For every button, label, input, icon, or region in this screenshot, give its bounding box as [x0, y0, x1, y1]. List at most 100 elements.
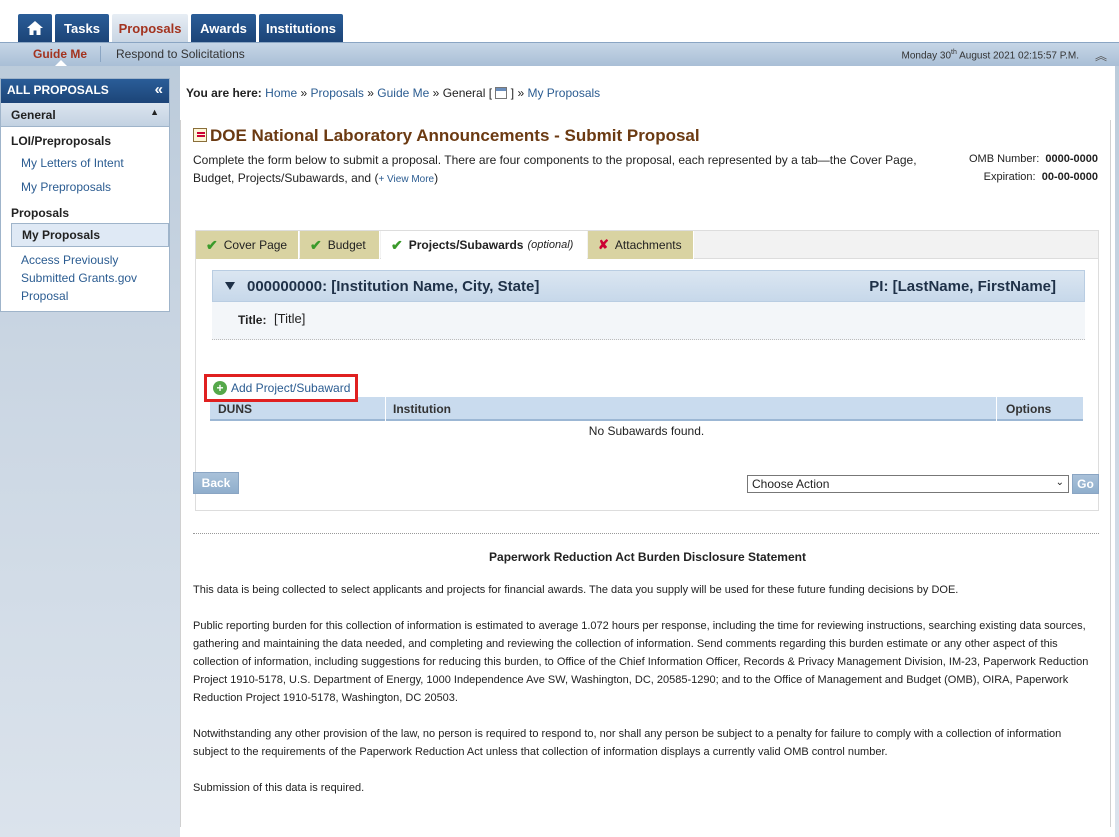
- breadcrumb-guide-me[interactable]: Guide Me: [377, 86, 429, 100]
- expiration-value: 00-00-0000: [1041, 171, 1098, 183]
- omb-label: OMB Number:: [968, 153, 1040, 165]
- col-institution[interactable]: Institution: [393, 402, 451, 416]
- institution-header[interactable]: 000000000: [Institution Name, City, Stat…: [212, 270, 1085, 302]
- tab-projects-subawards[interactable]: ✔ Projects/Subawards (optional): [381, 231, 587, 259]
- tab-budget[interactable]: ✔ Budget: [300, 231, 380, 259]
- choose-action-value: Choose Action: [752, 477, 830, 491]
- breadcrumb-sep: »: [300, 86, 308, 100]
- title-row: Title: [Title]: [212, 302, 1085, 340]
- desc-text: Complete the form below to submit a prop…: [193, 153, 917, 185]
- desc-end: ): [434, 171, 439, 185]
- form-edit-icon: [193, 128, 207, 142]
- institution-name: 000000000: [Institution Name, City, Stat…: [247, 278, 540, 295]
- tab-proposals[interactable]: Proposals: [112, 14, 188, 42]
- go-button[interactable]: Go: [1072, 474, 1099, 494]
- page-description: Complete the form below to submit a prop…: [193, 151, 938, 189]
- disclosure-title: Paperwork Reduction Act Burden Disclosur…: [489, 550, 806, 564]
- omb-value: 0000-0000: [1045, 153, 1098, 165]
- home-tab[interactable]: [18, 14, 52, 42]
- breadcrumb-close: ]: [510, 86, 515, 100]
- checkmark-icon: ✔: [206, 236, 218, 253]
- breadcrumb-my-proposals[interactable]: My Proposals: [527, 86, 600, 100]
- breadcrumb-sep: »: [367, 86, 374, 100]
- col-options: Options: [1006, 402, 1052, 416]
- proposal-tabs: ✔ Cover Page ✔ Budget ✔ Projects/Subawards(…: [195, 230, 1099, 259]
- sidebar-group-proposals: Proposals: [11, 206, 70, 220]
- disclosure-p2: Public reporting burden for this collect…: [193, 620, 1089, 704]
- checkmark-icon: ✔: [310, 236, 322, 253]
- breadcrumb: You are here: Home » Proposals » Guide M…: [186, 86, 600, 100]
- checkmark-icon: ✔: [391, 236, 403, 253]
- tab-institutions[interactable]: Institutions: [259, 14, 343, 42]
- calendar-icon[interactable]: [495, 87, 508, 99]
- tab-cover-page[interactable]: ✔ Cover Page: [196, 231, 299, 259]
- sidebar-item-preproposals[interactable]: My Preproposals: [1, 175, 169, 199]
- sidebar-item-my-proposals[interactable]: My Proposals: [11, 223, 169, 247]
- sidebar-item-letters-of-intent[interactable]: My Letters of Intent: [1, 151, 169, 175]
- sidebar: ALL PROPOSALS « General ▲ LOI/Preproposa…: [0, 78, 170, 312]
- pi-name: PI: [LastName, FirstName]: [869, 278, 1056, 295]
- disclosure-p3: Notwithstanding any other provision of t…: [193, 728, 1062, 758]
- sidebar-section-general[interactable]: General ▲: [1, 103, 169, 127]
- title-label: Title:: [238, 313, 267, 327]
- disclosure-p1: This data is being collected to select a…: [193, 584, 959, 596]
- back-button[interactable]: Back: [193, 472, 239, 494]
- tab-tasks[interactable]: Tasks: [55, 14, 109, 42]
- active-caret: [55, 60, 67, 66]
- col-duns[interactable]: DUNS: [218, 402, 252, 416]
- collapse-triangle-icon[interactable]: [225, 282, 235, 290]
- empty-message: No Subawards found.: [588, 424, 705, 438]
- sidebar-header: ALL PROPOSALS «: [1, 79, 169, 103]
- tab-attachments-label: Attachments: [614, 238, 682, 252]
- subnav-respond[interactable]: Respond to Solicitations: [116, 47, 245, 61]
- main-content: You are here: Home » Proposals » Guide M…: [180, 66, 1115, 837]
- main-nav: Tasks Proposals Awards Institutions: [18, 14, 343, 42]
- top-bar: Tasks Proposals Awards Institutions: [0, 0, 1119, 42]
- breadcrumb-sep: »: [432, 86, 440, 100]
- title-value: [Title]: [274, 311, 306, 326]
- grants-line-1: Access Previously: [21, 253, 119, 267]
- grants-line-2: Submitted Grants.gov: [21, 271, 138, 285]
- add-project-subaward-label: Add Project/Subaward: [231, 381, 351, 395]
- omb-info: OMB Number: 0000-0000 Expiration: 00-00-…: [969, 150, 1098, 186]
- col-divider: [385, 397, 386, 421]
- disclosure-p4: Submission of this data is required.: [193, 782, 365, 794]
- subawards-table: DUNS Institution Options No Subawards fo…: [210, 397, 1083, 438]
- home-icon: [27, 21, 43, 35]
- breadcrumb-proposals[interactable]: Proposals: [311, 86, 364, 100]
- breadcrumb-home[interactable]: Home: [265, 86, 297, 100]
- breadcrumb-general: General [: [442, 86, 493, 100]
- chevron-up-icon: ▲: [150, 107, 159, 117]
- tab-budget-label: Budget: [327, 238, 366, 252]
- date-rest: August 2021 02:15:57 P.M.: [956, 50, 1079, 62]
- tab-projects-label: Projects/Subawards: [408, 238, 524, 252]
- sidebar-section-label: General: [11, 108, 56, 122]
- tab-cover-label: Cover Page: [223, 238, 288, 252]
- page-title-text: DOE National Laboratory Announcements - …: [210, 126, 700, 145]
- breadcrumb-sep: »: [517, 86, 525, 100]
- sub-nav: Guide Me Respond to Solicitations Monday…: [0, 42, 1119, 66]
- tab-optional-label: (optional): [527, 239, 574, 251]
- tab-awards[interactable]: Awards: [191, 14, 256, 42]
- page-title: DOE National Laboratory Announcements - …: [193, 126, 700, 146]
- subnav-guide-me[interactable]: Guide Me: [33, 47, 87, 61]
- divider: [193, 533, 1099, 534]
- proposal-panel: DOE National Laboratory Announcements - …: [180, 120, 1111, 827]
- col-divider: [996, 397, 997, 421]
- incomplete-x-icon: ✘: [598, 237, 609, 252]
- expiration-label: Expiration:: [983, 171, 1036, 183]
- collapse-sidebar-icon[interactable]: «: [155, 81, 163, 98]
- view-more-link[interactable]: + View More: [378, 174, 434, 185]
- sidebar-title: ALL PROPOSALS: [7, 83, 109, 97]
- sidebar-item-grants-gov[interactable]: Access Previously Submitted Grants.gov P…: [1, 247, 169, 311]
- choose-action-select[interactable]: Choose Action ⌄: [747, 475, 1069, 493]
- breadcrumb-prefix: You are here:: [186, 86, 262, 100]
- subnav-divider: [100, 46, 101, 62]
- chevron-down-icon: ⌄: [1055, 477, 1064, 488]
- current-datetime: Monday 30th August 2021 02:15:57 P.M.: [902, 49, 1079, 61]
- sidebar-group-loi: LOI/Preproposals: [11, 134, 112, 148]
- grants-line-3: Proposal: [21, 289, 69, 303]
- collapse-header-icon[interactable]: ︽: [1095, 47, 1107, 64]
- add-project-subaward-button[interactable]: + Add Project/Subaward: [204, 374, 358, 402]
- tab-attachments[interactable]: ✘ Attachments: [588, 231, 694, 259]
